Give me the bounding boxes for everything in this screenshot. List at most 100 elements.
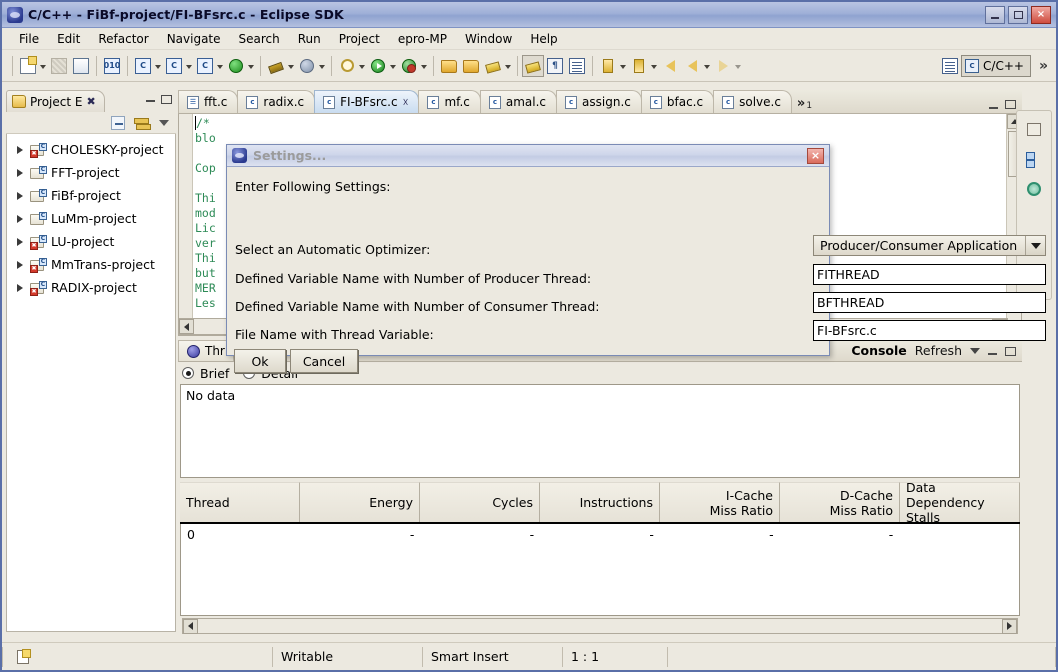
globe-icon[interactable] xyxy=(296,55,318,77)
next-annotation-icon[interactable] xyxy=(597,55,619,77)
minimize-button[interactable] xyxy=(985,5,1005,24)
column-header-thread[interactable]: Thread xyxy=(180,482,300,522)
tab-project-explorer[interactable]: Project E ✖ xyxy=(6,90,105,112)
column-header-cycles[interactable]: Cycles xyxy=(420,482,540,522)
progress-view-icon[interactable] xyxy=(1027,182,1041,196)
list-item[interactable]: C ✖ RADIX-project xyxy=(7,276,175,299)
previous-annotation-icon[interactable] xyxy=(628,55,650,77)
maximize-icon[interactable] xyxy=(161,95,172,104)
maximize-button[interactable] xyxy=(1008,5,1028,24)
new-c-file-dropdown-icon[interactable] xyxy=(217,65,223,69)
optimizer-combobox[interactable]: Producer/Consumer Application xyxy=(813,235,1046,256)
menu-epro-mp[interactable]: epro-MP xyxy=(389,30,456,48)
new-wizard-icon[interactable] xyxy=(17,55,39,77)
forward-icon[interactable] xyxy=(712,55,734,77)
tab-solve-c[interactable]: c solve.c xyxy=(713,90,792,113)
minimize-icon[interactable] xyxy=(989,107,998,109)
cancel-button[interactable]: Cancel xyxy=(290,349,358,373)
tab-fft-c[interactable]: ☰ fft.c xyxy=(178,90,239,113)
restore-view-icon[interactable] xyxy=(1027,123,1041,136)
refresh-dropdown-icon[interactable] xyxy=(248,65,254,69)
dialog-close-button[interactable]: × xyxy=(807,147,824,164)
menu-edit[interactable]: Edit xyxy=(48,30,89,48)
previous-annotation-dropdown-icon[interactable] xyxy=(651,65,657,69)
expand-arrow-icon[interactable] xyxy=(17,214,23,223)
run-icon[interactable] xyxy=(367,55,389,77)
menu-project[interactable]: Project xyxy=(330,30,389,48)
maximize-icon[interactable] xyxy=(1005,100,1016,109)
tab-amal-c[interactable]: c amal.c xyxy=(479,90,558,113)
scroll-left-icon[interactable] xyxy=(179,319,194,334)
back-icon[interactable] xyxy=(681,55,703,77)
close-button[interactable]: × xyxy=(1031,5,1051,24)
tab-mf-c[interactable]: c mf.c xyxy=(418,90,481,113)
menu-help[interactable]: Help xyxy=(521,30,566,48)
scroll-right-icon[interactable] xyxy=(1002,618,1017,634)
ok-button[interactable]: Ok xyxy=(234,349,286,373)
menu-run[interactable]: Run xyxy=(289,30,330,48)
tab-radix-c[interactable]: c radix.c xyxy=(237,90,316,113)
link-with-editor-icon[interactable] xyxy=(134,116,151,130)
expand-arrow-icon[interactable] xyxy=(17,283,23,292)
globe-dropdown-icon[interactable] xyxy=(319,65,325,69)
menu-window[interactable]: Window xyxy=(456,30,521,48)
column-header-data-dependency-stalls[interactable]: Data Dependency Stalls xyxy=(900,482,1020,522)
refresh-icon[interactable] xyxy=(225,55,247,77)
column-header-dcache-miss-ratio[interactable]: D-Cache Miss Ratio xyxy=(780,482,900,522)
project-tree[interactable]: C ✖ CHOLESKY-project C FFT-project C FiBf… xyxy=(6,134,176,632)
scroll-left-icon[interactable] xyxy=(183,618,198,634)
minimize-icon[interactable] xyxy=(146,100,155,102)
menu-navigate[interactable]: Navigate xyxy=(158,30,230,48)
new-c-class-icon[interactable]: C xyxy=(132,55,154,77)
column-header-icache-miss-ratio[interactable]: I-Cache Miss Ratio xyxy=(660,482,780,522)
table-body[interactable]: 0 - - - - - xyxy=(180,524,1020,616)
refresh-button[interactable]: Refresh xyxy=(915,343,962,358)
producer-thread-input[interactable]: FITHREAD xyxy=(813,264,1046,285)
debug-dropdown-icon[interactable] xyxy=(359,65,365,69)
list-item[interactable]: C LuMm-project xyxy=(7,207,175,230)
close-icon[interactable]: ✖ xyxy=(86,95,95,108)
last-edit-location-icon[interactable] xyxy=(659,55,681,77)
build-binary-icon[interactable]: 010 xyxy=(101,55,123,77)
expand-arrow-icon[interactable] xyxy=(17,191,23,200)
new-c-file-icon[interactable]: C xyxy=(194,55,216,77)
print-icon[interactable] xyxy=(70,55,92,77)
open-perspective-icon[interactable] xyxy=(939,55,961,77)
tab-fi-bfsrc-c[interactable]: c FI-BFsrc.c ☓ xyxy=(314,90,420,113)
save-icon[interactable] xyxy=(48,55,70,77)
file-name-input[interactable]: FI-BFsrc.c xyxy=(813,320,1046,341)
build-hammer-icon[interactable] xyxy=(265,55,287,77)
profile-dropdown-icon[interactable] xyxy=(421,65,427,69)
close-icon[interactable]: ☓ xyxy=(403,96,409,109)
tab-console[interactable]: Console xyxy=(851,343,906,358)
column-header-energy[interactable]: Energy xyxy=(300,482,420,522)
open-folder-alt-icon[interactable] xyxy=(460,55,482,77)
list-item[interactable]: C FFT-project xyxy=(7,161,175,184)
next-annotation-dropdown-icon[interactable] xyxy=(620,65,626,69)
view-menu-icon[interactable] xyxy=(159,119,169,126)
collapse-all-icon[interactable] xyxy=(111,115,125,130)
toggle-markoccurrences-icon[interactable] xyxy=(522,54,544,77)
expand-arrow-icon[interactable] xyxy=(17,145,23,154)
radio-brief[interactable] xyxy=(182,367,194,379)
perspective-button-cpp[interactable]: C C/C++ xyxy=(961,54,1031,77)
forward-dropdown-icon[interactable] xyxy=(735,65,741,69)
show-whitespace-icon[interactable]: ¶ xyxy=(544,55,566,77)
menu-search[interactable]: Search xyxy=(230,30,289,48)
menu-file[interactable]: File xyxy=(10,30,48,48)
toolbar-overflow-icon[interactable]: » xyxy=(1031,58,1056,74)
maximize-icon[interactable] xyxy=(1005,347,1016,356)
build-dropdown-icon[interactable] xyxy=(288,65,294,69)
profile-icon[interactable] xyxy=(398,55,420,77)
minimize-icon[interactable] xyxy=(988,353,997,355)
new-c-class-dropdown-icon[interactable] xyxy=(155,65,161,69)
tab-bfac-c[interactable]: c bfac.c xyxy=(640,90,715,113)
consumer-thread-input[interactable]: BFTHREAD xyxy=(813,292,1046,313)
tab-assign-c[interactable]: c assign.c xyxy=(556,90,642,113)
expand-arrow-icon[interactable] xyxy=(17,237,23,246)
editor-tab-overflow[interactable]: » 1 xyxy=(791,96,818,113)
column-header-instructions[interactable]: Instructions xyxy=(540,482,660,522)
block-selection-icon[interactable] xyxy=(566,55,588,77)
search-icon[interactable] xyxy=(482,55,504,77)
back-dropdown-icon[interactable] xyxy=(704,65,710,69)
